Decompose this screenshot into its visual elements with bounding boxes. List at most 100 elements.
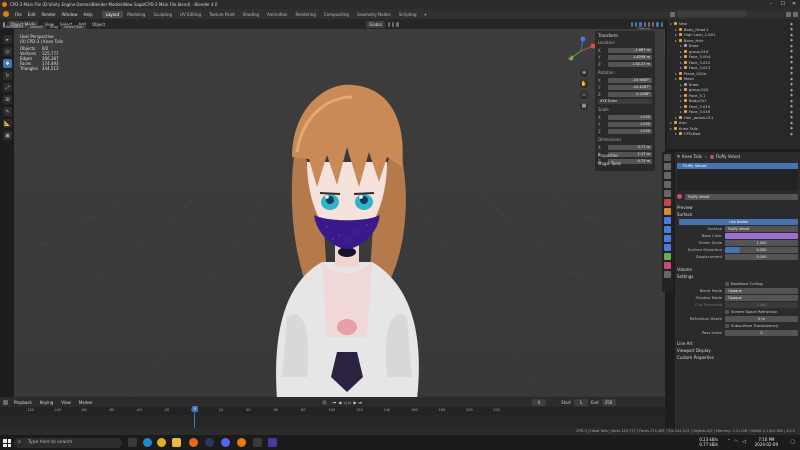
- select-tool-icon[interactable]: ▸: [3, 35, 12, 44]
- visibility-eye-icon[interactable]: ◉: [790, 93, 793, 97]
- workspace-tab-geometry-nodes[interactable]: Geometry Nodes: [353, 11, 395, 18]
- material-tab-icon[interactable]: [664, 262, 671, 269]
- minimize-button[interactable]: –: [766, 1, 776, 8]
- play-reverse-icon[interactable]: ◁: [343, 400, 346, 405]
- visibility-eye-icon[interactable]: ◉: [790, 104, 793, 108]
- shading-solid-icon[interactable]: [652, 21, 655, 27]
- navigation-gizmo[interactable]: [566, 36, 596, 66]
- base-color-swatch[interactable]: [725, 232, 798, 239]
- workspace-tab-shading[interactable]: Shading: [239, 11, 263, 18]
- viewport-display-section[interactable]: Viewport Display: [675, 347, 800, 354]
- expand-arrow-icon[interactable]: ▸: [680, 109, 682, 114]
- visibility-eye-icon[interactable]: ◉: [790, 132, 793, 136]
- properties-panel-header[interactable]: Properties: [598, 153, 618, 158]
- visibility-eye-icon[interactable]: ◉: [790, 60, 793, 64]
- visibility-icon[interactable]: [630, 21, 633, 27]
- add-cube-tool-icon[interactable]: ▣: [3, 131, 12, 140]
- visibility-eye-icon[interactable]: ◉: [790, 38, 793, 42]
- add-workspace-icon[interactable]: +: [424, 12, 427, 17]
- timeline-editor-icon[interactable]: [3, 399, 8, 405]
- menu-render[interactable]: Render: [38, 12, 58, 17]
- expand-arrow-icon[interactable]: ▸: [675, 76, 677, 81]
- expand-arrow-icon[interactable]: ▸: [680, 43, 682, 48]
- material-slot-list[interactable]: Fluffy Velvet: [677, 163, 798, 191]
- dimensions-x-field[interactable]: 0.77 m: [608, 144, 652, 150]
- view-layer-tab-icon[interactable]: [664, 181, 671, 188]
- overlay-icon[interactable]: [639, 21, 642, 27]
- workspace-tab-scripting[interactable]: Scripting: [395, 11, 421, 18]
- visibility-eye-icon[interactable]: ◉: [790, 88, 793, 92]
- rotation-x-field[interactable]: -10.9487°: [608, 77, 652, 83]
- edge-browser-icon[interactable]: [143, 438, 152, 447]
- surface-section[interactable]: Surface: [675, 211, 800, 218]
- displacement-field[interactable]: 0.100: [725, 253, 798, 260]
- visibility-eye-icon[interactable]: ◉: [790, 49, 793, 53]
- timeline-menu-view[interactable]: View: [57, 400, 75, 405]
- volume-icon[interactable]: ◁: [742, 439, 746, 445]
- zoom-icon[interactable]: ⊕: [580, 69, 588, 77]
- expand-arrow-icon[interactable]: ▸: [680, 82, 682, 87]
- backface-culling-checkbox[interactable]: [725, 281, 729, 286]
- screen-space-refraction-checkbox[interactable]: [725, 309, 729, 314]
- scale-z-field[interactable]: 1.000: [608, 128, 652, 134]
- pan-hand-icon[interactable]: ✋: [580, 80, 588, 88]
- render-tab-icon[interactable]: [664, 163, 671, 170]
- workspace-tab-texture-paint[interactable]: Texture Paint: [205, 11, 239, 18]
- blend-mode-select[interactable]: Opaque: [725, 287, 798, 294]
- transform-panel-header[interactable]: Transform: [595, 31, 655, 40]
- maximize-button[interactable]: ☐: [778, 1, 788, 8]
- shadow-mode-select[interactable]: Opaque: [725, 294, 798, 301]
- custom-properties-section[interactable]: Custom Properties: [675, 354, 800, 361]
- outliner-search[interactable]: [677, 11, 747, 17]
- wifi-icon[interactable]: ◠: [734, 439, 738, 445]
- jump-end-icon[interactable]: ⏭: [359, 400, 363, 405]
- texture-tab-icon[interactable]: [664, 271, 671, 278]
- timeline-menu-marker[interactable]: Marker: [75, 400, 97, 405]
- visibility-eye-icon[interactable]: ◉: [790, 33, 793, 37]
- visibility-eye-icon[interactable]: ◉: [790, 110, 793, 114]
- visibility-eye-icon[interactable]: ◉: [790, 44, 793, 48]
- 3d-viewport[interactable]: [14, 29, 665, 397]
- grid-ortho-icon[interactable]: ▦: [580, 102, 588, 110]
- visibility-eye-icon[interactable]: ◉: [790, 99, 793, 103]
- visibility-eye-icon[interactable]: ◉: [790, 82, 793, 86]
- rotate-tool-icon[interactable]: ↻: [3, 71, 12, 80]
- expand-arrow-icon[interactable]: ▸: [675, 27, 677, 32]
- current-frame-field[interactable]: 0: [532, 398, 547, 406]
- visual-studio-icon[interactable]: [268, 438, 277, 447]
- outliner-row[interactable]: ▸ CPD-Bod ◉: [670, 131, 798, 137]
- workspace-tab-modeling[interactable]: Modeling: [123, 11, 149, 18]
- workspace-tab-compositing[interactable]: Compositing: [320, 11, 353, 18]
- visibility-eye-icon[interactable]: ◉: [790, 77, 793, 81]
- play-icon[interactable]: ▷: [348, 400, 351, 405]
- annotate-tool-icon[interactable]: ✎: [3, 107, 12, 116]
- rotation-z-field[interactable]: 4.2208°: [608, 91, 652, 97]
- start-frame-field[interactable]: 1: [573, 398, 588, 406]
- location-y-field[interactable]: 1.6298 m: [608, 54, 652, 60]
- task-view-icon[interactable]: [128, 438, 137, 447]
- expand-arrow-icon[interactable]: ▸: [675, 71, 677, 76]
- playhead[interactable]: 0: [192, 406, 198, 412]
- location-x-field[interactable]: -1.687 m: [608, 47, 652, 53]
- clip-threshold-field[interactable]: 0.500: [725, 301, 798, 308]
- refraction-depth-field[interactable]: 0 m: [725, 315, 798, 322]
- world-tab-icon[interactable]: [664, 199, 671, 206]
- scale-tool-icon[interactable]: ⤢: [3, 83, 12, 92]
- expand-arrow-icon[interactable]: ▸: [675, 131, 677, 136]
- shading-rendered-icon[interactable]: [660, 21, 663, 27]
- discord-icon[interactable]: [221, 438, 230, 447]
- expand-arrow-icon[interactable]: ▸: [670, 21, 672, 26]
- visibility-eye-icon[interactable]: ◉: [790, 55, 793, 59]
- firefox-icon[interactable]: [189, 438, 198, 447]
- file-explorer-icon[interactable]: [172, 438, 181, 447]
- expand-arrow-icon[interactable]: ▸: [680, 65, 682, 70]
- prev-key-icon[interactable]: ◀: [338, 400, 341, 405]
- end-frame-field[interactable]: 250: [601, 398, 616, 406]
- data-tab-icon[interactable]: [664, 253, 671, 260]
- constraints-tab-icon[interactable]: [664, 244, 671, 251]
- tool-tab-icon[interactable]: [664, 154, 671, 161]
- visibility-eye-icon[interactable]: ◉: [790, 71, 793, 75]
- chrome-icon[interactable]: [157, 438, 166, 447]
- blender-menu-icon[interactable]: [3, 11, 9, 17]
- magic-tools-panel-header[interactable]: Magic Tools: [598, 161, 621, 166]
